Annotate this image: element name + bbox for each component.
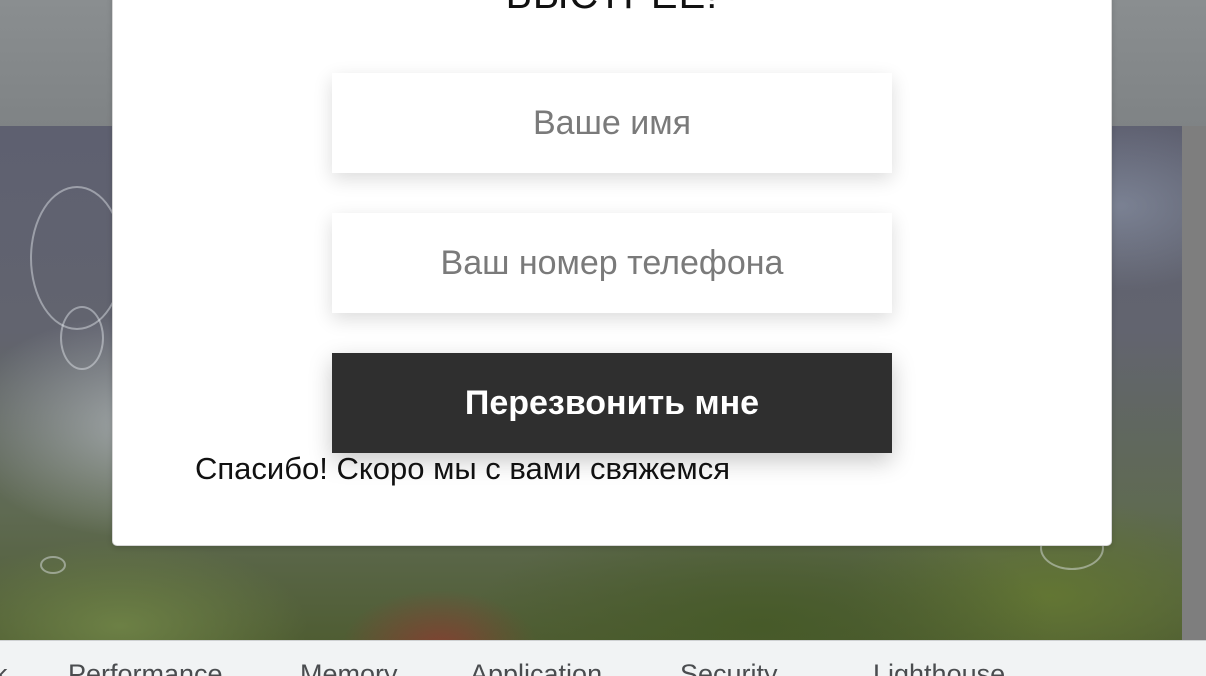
callback-button[interactable]: Перезвонить мне	[332, 353, 892, 453]
water-splash	[60, 306, 104, 370]
tab-lighthouse[interactable]: Lighthouse	[873, 659, 1005, 676]
callback-modal: БЫСТРЕЕ! Перезвонить мне Спасибо! Скоро …	[112, 0, 1112, 546]
page: БЫСТРЕЕ! Перезвонить мне Спасибо! Скоро …	[0, 0, 1206, 676]
success-message: Спасибо! Скоро мы с вами свяжемся	[195, 451, 730, 486]
page-scrollbar[interactable]	[1182, 126, 1206, 640]
water-drop	[40, 556, 66, 574]
tab-performance[interactable]: Performance	[68, 659, 223, 676]
tab-network[interactable]: k	[0, 659, 8, 676]
phone-input[interactable]	[332, 213, 892, 313]
modal-title: БЫСТРЕЕ!	[113, 0, 1111, 23]
tab-security[interactable]: Security	[680, 659, 778, 676]
devtools-tab-bar: k Performance Memory Application Securit…	[0, 640, 1206, 676]
name-input[interactable]	[332, 73, 892, 173]
tab-application[interactable]: Application	[470, 659, 602, 676]
tab-memory[interactable]: Memory	[300, 659, 398, 676]
